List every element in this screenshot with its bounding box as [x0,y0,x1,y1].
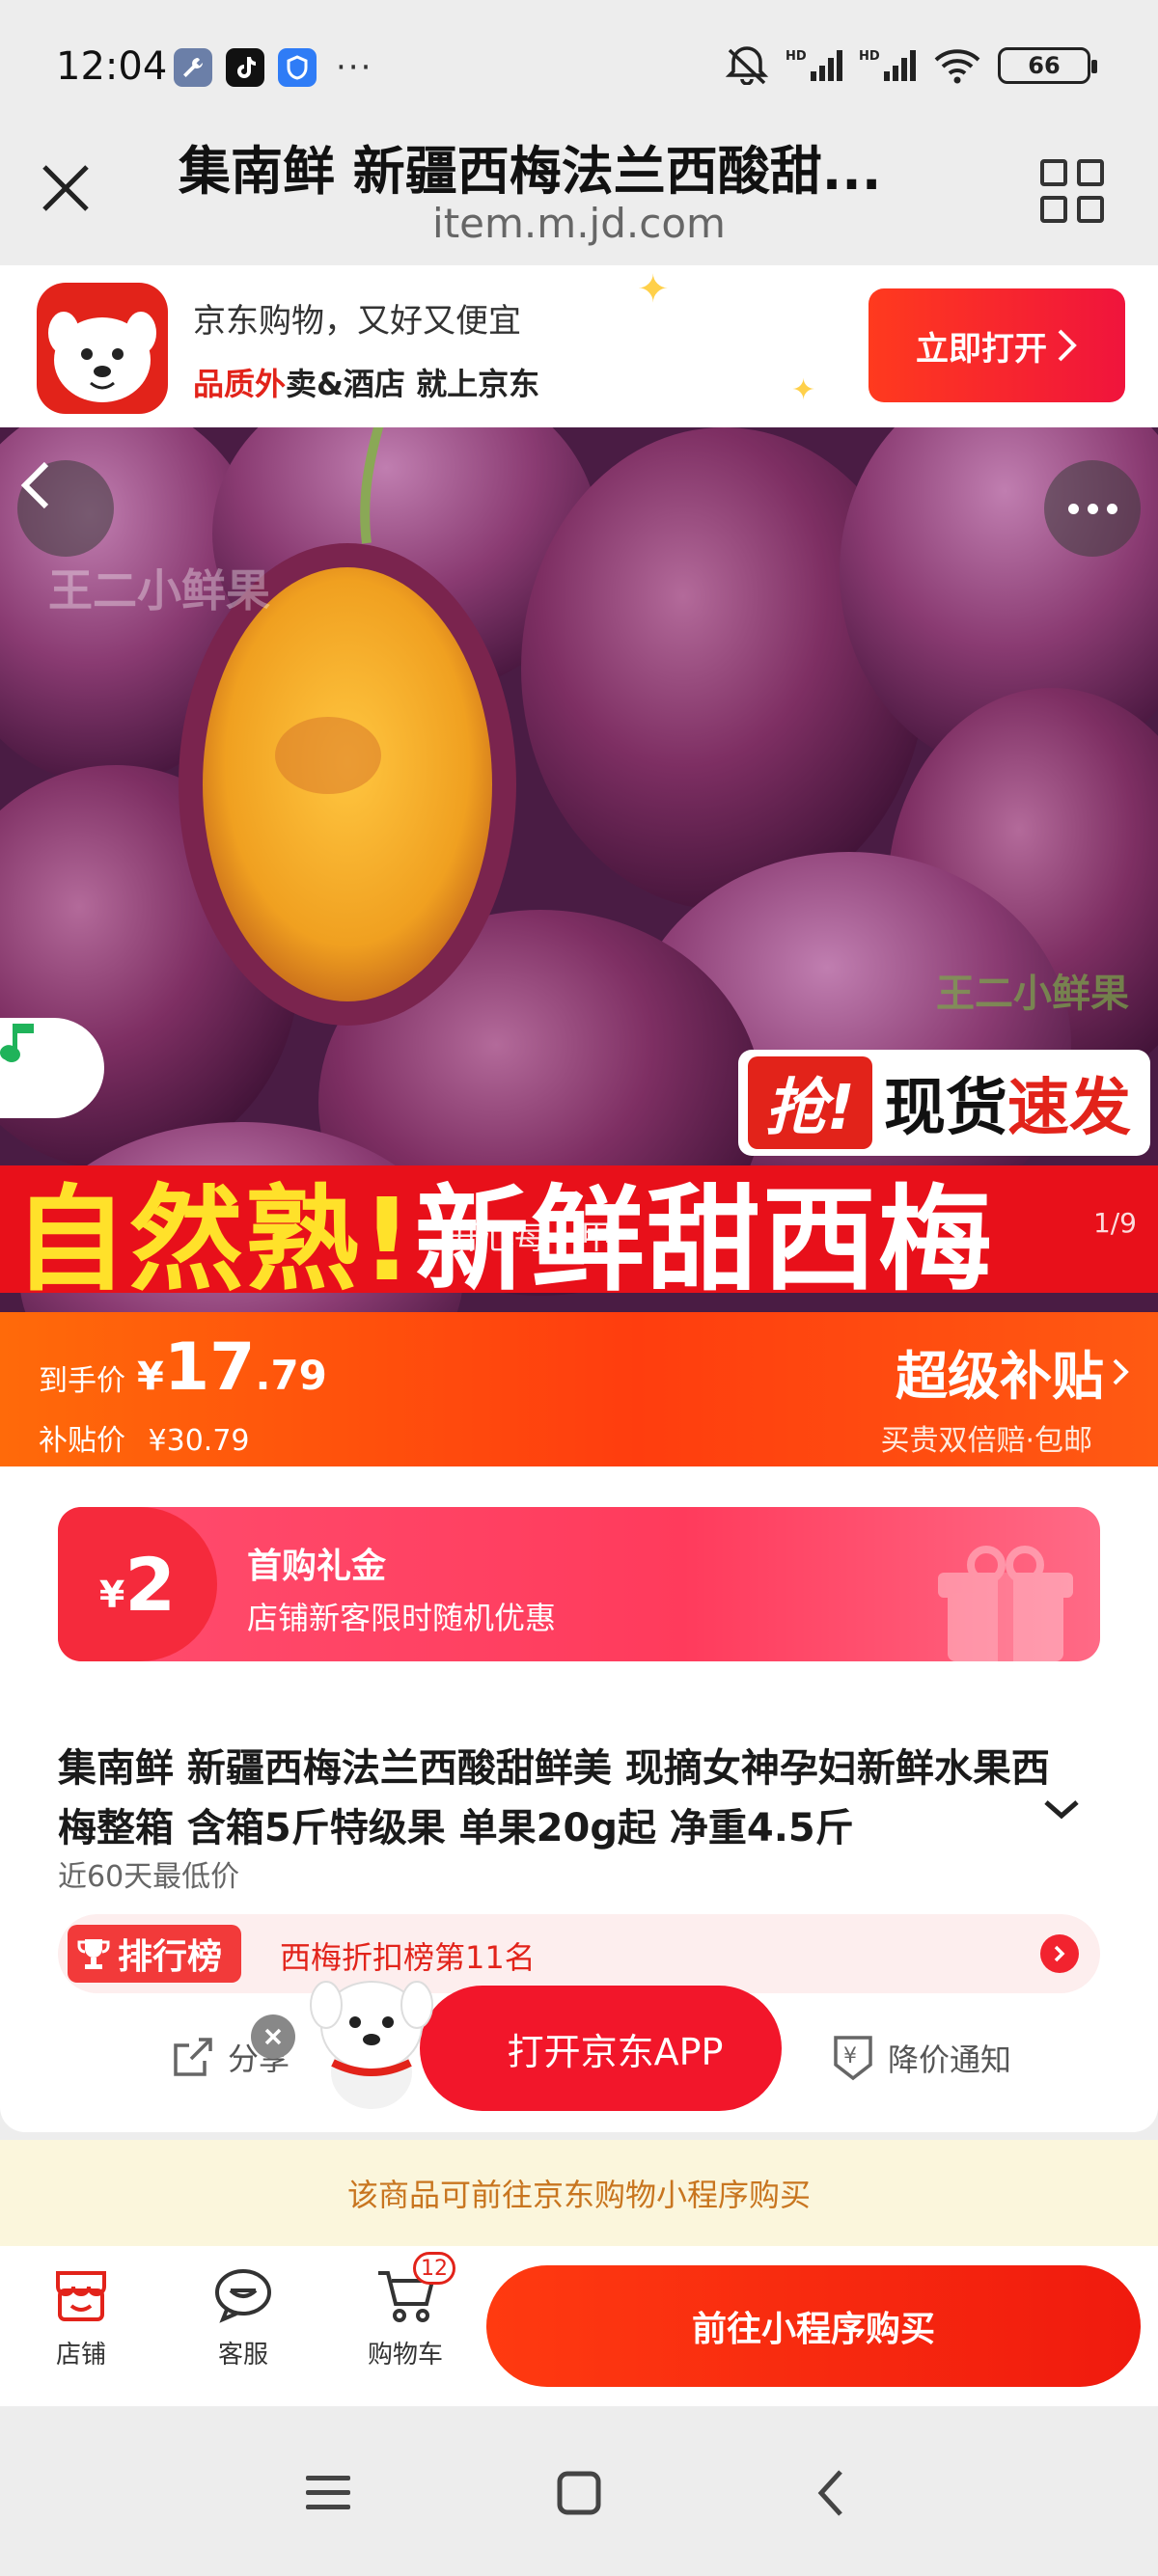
close-icon [264,2028,282,2045]
price-bar: 到手价 ¥17.79 补贴价 ¥30.79 超级补贴 买贵双倍赔·包邮 [0,1312,1158,1466]
final-price: ¥17.79 [137,1329,327,1406]
wrench-app-icon [174,48,212,87]
product-image-carousel[interactable]: 王二小鲜果 王二小鲜果 抢! 现货 速发 自然熟! 新鲜甜西梅 开心每一甲 1/… [0,427,1158,1466]
open-app-button[interactable]: 立即打开 [868,288,1125,402]
system-navigation-bar [0,2406,1158,2576]
status-time: 12:04 [56,44,168,89]
browser-header: 集南鲜 新疆西梅法兰西酸甜... item.m.jd.com [0,111,1158,265]
page-title: 集南鲜 新疆西梅法兰西酸甜... [179,141,882,202]
back-arrow-icon [817,2470,842,2516]
coupon-subtitle: 店铺新客限时随机优惠 [247,1600,557,1636]
ranking-bar[interactable]: 排行榜 西梅折扣榜第11名 [58,1914,1100,1993]
signal-hd-2-icon: HD [859,49,916,81]
subsidy-price: 补贴价 ¥30.79 [39,1424,250,1458]
share-icon [174,2038,212,2076]
chevron-right-icon [1058,329,1077,362]
square-home-icon [557,2471,601,2515]
home-button[interactable] [540,2454,618,2532]
cart-count-badge: 12 [413,2252,455,2285]
super-subsidy-link[interactable]: 超级补贴 [896,1333,1129,1410]
trophy-icon [77,1939,110,1969]
price-drop-icon: ¥ [834,2036,872,2081]
wifi-icon [934,49,980,84]
mute-icon [725,46,769,85]
jd-app-logo [37,283,168,414]
floating-open-app: 打开京东APP [251,1981,782,2111]
price-alert-button[interactable]: ¥ 降价通知 [830,2034,1011,2082]
jd-mascot-icon [310,1981,433,2109]
dot [1106,503,1117,514]
menu-lines-icon [306,2476,350,2509]
guarantee-note: 买贵双倍赔·包邮 [880,1424,1092,1458]
signal-hd-1-icon: HD [786,49,842,81]
more-options-button[interactable] [1044,460,1141,557]
open-jd-app-button[interactable]: 打开京东APP [420,1986,782,2111]
chat-icon [215,2269,271,2323]
dot [1067,503,1079,514]
status-system-icons: HD HD 66 [724,46,1097,85]
ranking-tag: 排行榜 [68,1925,242,1983]
app-download-banner[interactable]: 京东购物，又好又便宜 品质外卖&酒店 就上京东 ✦ ✦ 立即打开 [0,265,1158,427]
more-notifications-icon: ··· [336,48,373,87]
status-notification-icons: ··· [174,48,372,87]
back-button[interactable] [17,460,114,557]
watermark-text-2: 王二小鲜果 [936,972,1129,1016]
bottom-action-bar: 店铺 客服 12 购物车 前往小程序购买 [0,2246,1158,2406]
product-info-card: ¥2 首购礼金 店铺新客限时随机优惠 集南鲜 新疆西梅法兰西酸甜鲜美 现摘女神孕… [0,1466,1158,2132]
final-price-label: 到手价 [39,1364,125,1398]
lowest-price-tag: 近60天最低价 [58,1860,240,1894]
video-overlay-text: 开心每一甲 [449,1219,613,1257]
mini-program-notice: 该商品可前往京东购物小程序购买 [0,2140,1158,2246]
image-page-indicator: 1/9 [1092,1207,1137,1239]
shop-button[interactable]: 店铺 [23,2267,139,2370]
close-floating-button[interactable] [251,2014,295,2059]
recent-apps-button[interactable] [290,2454,367,2532]
shield-app-icon [278,48,317,87]
product-title: 集南鲜 新疆西梅法兰西酸甜鲜美 现摘女神孕妇新鲜水果西梅整箱 含箱5斤特级果 单… [58,1746,1050,1850]
music-note-button[interactable] [0,1018,104,1118]
tiktok-app-icon [226,48,264,87]
banner-slogan: 京东购物，又好又便宜 [193,302,521,341]
svg-text:HD: HD [786,49,807,64]
gift-box-icon [938,1546,1073,1661]
chevron-right-icon [1113,1358,1129,1384]
expand-title-button[interactable] [1042,1798,1081,1825]
go-to-mini-program-button[interactable]: 前往小程序购买 [486,2265,1141,2387]
system-back-button[interactable] [791,2454,868,2532]
customer-service-button[interactable]: 客服 [185,2267,301,2370]
battery-indicator: 66 [998,47,1097,84]
banner-tagline: 品质外卖&酒店 就上京东 [193,366,540,402]
sparkle-icon: ✦ [637,267,670,312]
sparkle-icon: ✦ [791,373,816,407]
rush-stock-badge: 抢! 现货 速发 [737,1050,1150,1156]
shop-icon [56,2271,106,2321]
chevron-down-icon [1044,1800,1079,1820]
coupon-amount: ¥2 [58,1507,217,1661]
cart-button[interactable]: 12 购物车 [347,2252,463,2370]
chevron-left-icon [20,461,49,509]
grid-menu-icon[interactable] [1040,159,1104,223]
dot [1087,503,1098,514]
watermark-text-1: 王二小鲜果 [48,564,270,617]
svg-text:HD: HD [859,49,880,64]
svg-text:¥: ¥ [843,2044,857,2069]
coupon-title: 首购礼金 [247,1547,387,1586]
music-note-icon [0,1024,35,1062]
first-purchase-coupon[interactable]: ¥2 首购礼金 店铺新客限时随机优惠 [58,1507,1100,1661]
ranking-arrow-icon [1040,1934,1079,1973]
page-url: item.m.jd.com [432,200,726,247]
